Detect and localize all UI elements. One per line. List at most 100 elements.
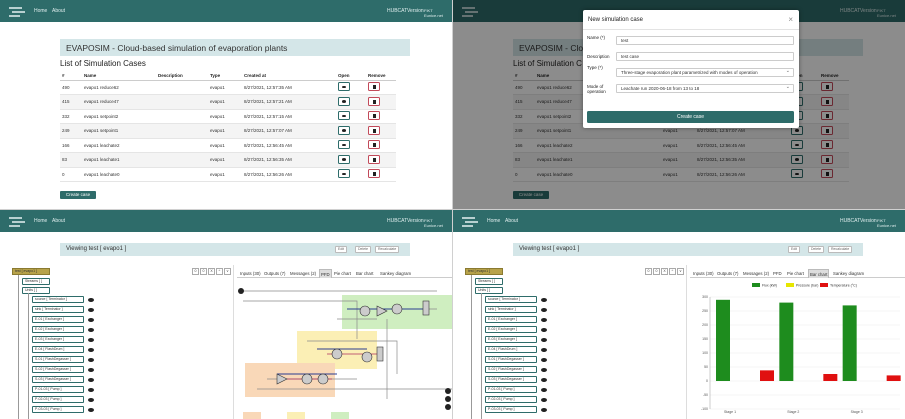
- eye-icon[interactable]: [541, 378, 547, 382]
- sink-terminator-icon[interactable]: [445, 388, 451, 394]
- modal-create-button[interactable]: Create case: [587, 111, 794, 123]
- eye-icon[interactable]: [88, 388, 94, 392]
- tree-unit-item[interactable]: S-03 [ FlashDegasser ]: [485, 376, 537, 383]
- tree-unit-item[interactable]: P-02-03 [ Pump ]: [485, 396, 537, 403]
- close-icon[interactable]: ×: [788, 15, 793, 24]
- remove-case-trash-icon[interactable]: [368, 140, 380, 150]
- exchanger-e02-icon[interactable]: [391, 303, 403, 315]
- tree-unit-item[interactable]: source [ Terminator ]: [32, 296, 84, 303]
- eye-icon[interactable]: [541, 388, 547, 392]
- create-case-button[interactable]: Create case: [60, 191, 96, 199]
- eye-icon[interactable]: [541, 348, 547, 352]
- remove-case-trash-icon[interactable]: [368, 82, 380, 92]
- flashdrum-e04-icon[interactable]: [361, 351, 373, 363]
- open-case-eye-icon[interactable]: [338, 111, 350, 121]
- tree-unit-item[interactable]: source [ Terminator ]: [485, 296, 537, 303]
- tree-root[interactable]: test [ evapo1 ]: [12, 268, 50, 275]
- remove-case-trash-icon[interactable]: [368, 154, 380, 164]
- tree-control-4[interactable]: v: [224, 268, 231, 275]
- tab-outputs[interactable]: Outputs (7): [716, 269, 740, 278]
- eye-icon[interactable]: [541, 368, 547, 372]
- tree-unit-item[interactable]: E-02 [ Exchanger ]: [32, 326, 84, 333]
- tree-unit-item[interactable]: sink [ Terminator ]: [485, 306, 537, 313]
- tree-control-2[interactable]: X: [208, 268, 215, 275]
- tree-control-1[interactable]: 0: [200, 268, 207, 275]
- tree-group-0[interactable]: Streams [ ]: [475, 278, 503, 285]
- tab-pie-chart[interactable]: Pie chart: [786, 269, 805, 278]
- logo-icon[interactable]: [8, 5, 26, 17]
- tree-unit-item[interactable]: E-01 [ Exchanger ]: [485, 316, 537, 323]
- recalculate-button[interactable]: Recalculate: [828, 246, 853, 253]
- tree-unit-item[interactable]: P-01-03 [ Pump ]: [32, 386, 84, 393]
- type-select[interactable]: Three-stage evaporation plant parametriz…: [616, 68, 794, 77]
- tree-group-0[interactable]: Streams [ ]: [22, 278, 50, 285]
- tree-unit-item[interactable]: P-01-03 [ Pump ]: [485, 386, 537, 393]
- open-case-eye-icon[interactable]: [338, 125, 350, 135]
- eye-icon[interactable]: [541, 338, 547, 342]
- source-terminator-icon[interactable]: [238, 288, 244, 294]
- eye-icon[interactable]: [88, 328, 94, 332]
- eye-icon[interactable]: [88, 398, 94, 402]
- remove-case-trash-icon[interactable]: [368, 111, 380, 121]
- description-field[interactable]: test case: [616, 52, 794, 61]
- tree-unit-item[interactable]: S-02 [ FlashDegasser ]: [485, 366, 537, 373]
- eye-icon[interactable]: [88, 308, 94, 312]
- exchanger-e03-icon[interactable]: [331, 348, 343, 360]
- tree-control-3[interactable]: ^: [669, 268, 676, 275]
- tree-unit-item[interactable]: E-03 [ Exchanger ]: [485, 336, 537, 343]
- eye-icon[interactable]: [541, 398, 547, 402]
- tree-control-1[interactable]: 0: [653, 268, 660, 275]
- eye-icon[interactable]: [541, 358, 547, 362]
- tree-root[interactable]: test [ evapo1 ]: [465, 268, 503, 275]
- degasser-s02-icon[interactable]: [317, 373, 329, 385]
- nav-version[interactable]: Version: [407, 8, 424, 14]
- nav-home[interactable]: Home: [487, 218, 500, 224]
- tab-messages[interactable]: Messages (2): [289, 269, 317, 278]
- edit-button[interactable]: Edit: [335, 246, 348, 253]
- sink3-terminator-icon[interactable]: [445, 404, 451, 410]
- tree-unit-item[interactable]: P-03-03 [ Pump ]: [32, 406, 84, 413]
- tab-bar-chart[interactable]: Bar chart: [808, 269, 830, 278]
- tree-unit-item[interactable]: P-03-03 [ Pump ]: [485, 406, 537, 413]
- eye-icon[interactable]: [541, 308, 547, 312]
- eye-icon[interactable]: [88, 358, 94, 362]
- eye-icon[interactable]: [541, 318, 547, 322]
- eye-icon[interactable]: [88, 348, 94, 352]
- logo-icon[interactable]: [8, 215, 26, 227]
- tree-unit-item[interactable]: S-01 [ FlashDegasser ]: [485, 356, 537, 363]
- nav-hubcat[interactable]: HUBCAT: [387, 218, 407, 224]
- tab-pfd[interactable]: PFD: [772, 269, 783, 278]
- eye-icon[interactable]: [88, 338, 94, 342]
- name-field[interactable]: test: [616, 36, 794, 45]
- remove-case-trash-icon[interactable]: [368, 96, 380, 106]
- tab-pie-chart[interactable]: Pie chart: [333, 269, 352, 278]
- eye-icon[interactable]: [541, 328, 547, 332]
- tab-bar-chart[interactable]: Bar chart: [355, 269, 374, 278]
- tree-unit-item[interactable]: sink [ Terminator ]: [32, 306, 84, 313]
- nav-institute[interactable]: FIKT Eunice.net: [877, 218, 905, 228]
- mode-select[interactable]: Leachate run 2020-06-18 from 13 to 18: [616, 84, 794, 93]
- eye-icon[interactable]: [88, 298, 94, 302]
- tree-unit-item[interactable]: S-01 [ FlashDegasser ]: [32, 356, 84, 363]
- tree-unit-item[interactable]: E-01 [ Exchanger ]: [32, 316, 84, 323]
- eye-icon[interactable]: [88, 408, 94, 412]
- remove-case-trash-icon[interactable]: [368, 125, 380, 135]
- eye-icon[interactable]: [88, 378, 94, 382]
- eye-icon[interactable]: [88, 368, 94, 372]
- tab-inputs[interactable]: Inputs (30): [239, 269, 262, 278]
- open-case-eye-icon[interactable]: [338, 140, 350, 150]
- tab-outputs[interactable]: Outputs (7): [263, 269, 287, 278]
- tab-sankey-diagram[interactable]: Sankey diagram: [379, 269, 412, 278]
- nav-version[interactable]: Version: [407, 218, 424, 224]
- edit-button[interactable]: Edit: [788, 246, 801, 253]
- nav-institute[interactable]: FIKT Eunice.net: [424, 218, 452, 228]
- nav-hubcat[interactable]: HUBCAT: [840, 218, 860, 224]
- nav-institute[interactable]: FIKT Eunice.net: [424, 8, 452, 18]
- nav-version[interactable]: Version: [860, 218, 877, 224]
- tree-unit-item[interactable]: E-02 [ Exchanger ]: [485, 326, 537, 333]
- tree-unit-item[interactable]: E-04 [ FlashDrum ]: [485, 346, 537, 353]
- open-case-eye-icon[interactable]: [338, 169, 350, 179]
- nav-home[interactable]: Home: [34, 8, 47, 14]
- tree-group-1[interactable]: Units [ ]: [475, 287, 503, 294]
- tree-control-0[interactable]: 0: [645, 268, 652, 275]
